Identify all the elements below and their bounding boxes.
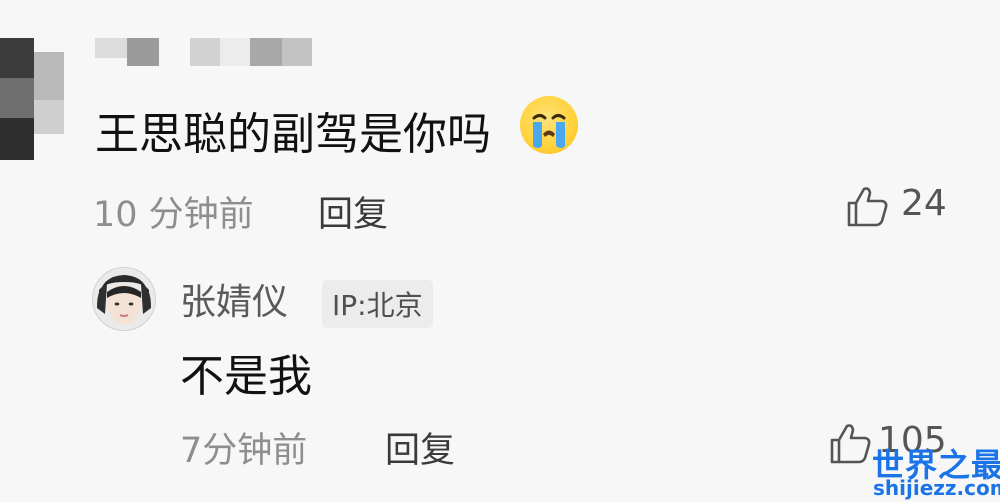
comment-time: 10 分钟前 <box>93 195 254 235</box>
mosaic-block <box>220 38 250 66</box>
thumbs-up-icon <box>828 422 872 468</box>
mosaic-block <box>34 52 64 100</box>
mosaic-block <box>95 38 127 58</box>
comment-text: 王思聪的副驾是你吗 <box>95 109 491 160</box>
crying-face-icon <box>520 96 578 154</box>
mosaic-block <box>127 38 159 66</box>
reply-time: 7分钟前 <box>180 431 308 471</box>
mosaic-block <box>190 38 220 66</box>
mosaic-block <box>34 100 64 134</box>
reply-username[interactable]: 张婧仪 <box>180 273 288 325</box>
reply-button[interactable]: 回复 <box>318 186 388 237</box>
mosaic-block <box>0 118 34 160</box>
mosaic-block <box>0 38 34 78</box>
like-count: 24 <box>901 183 947 224</box>
mosaic-block <box>0 78 34 118</box>
avatar[interactable] <box>92 267 156 331</box>
ip-location-badge: IP:北京 <box>322 280 433 328</box>
watermark-url: shijiezz.com <box>873 476 1000 500</box>
reply-button[interactable]: 回复 <box>385 422 455 473</box>
mosaic-block <box>282 38 312 66</box>
thumbs-up-icon <box>845 185 889 231</box>
mosaic-block <box>250 38 282 66</box>
reply-text: 不是我 <box>180 351 312 402</box>
